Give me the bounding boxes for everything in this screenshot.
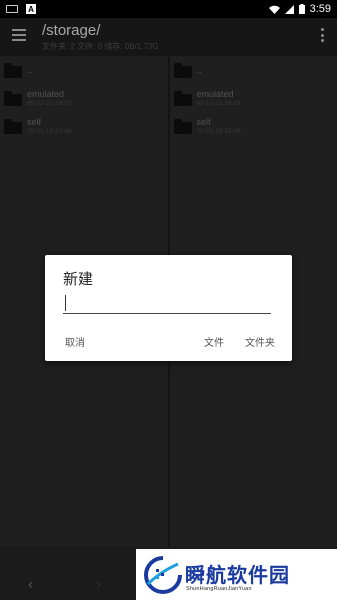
path-title: /storage/	[42, 22, 101, 39]
list-item-emulated[interactable]: emulated 69-12-22 18:03	[0, 84, 168, 112]
watermark: 瞬航软件园 ShunHangRuanJianYuan	[136, 549, 337, 600]
text-cursor	[65, 295, 66, 311]
dialog-title: 新建	[63, 271, 94, 288]
cancel-button[interactable]: 取消	[65, 334, 85, 349]
new-folder-button[interactable]: 文件夹	[245, 334, 275, 349]
name-input[interactable]	[63, 292, 271, 314]
folder-icon	[173, 62, 192, 78]
watermark-logo-icon	[144, 556, 182, 594]
list-item-parent[interactable]: ..	[170, 56, 337, 84]
back-arrow-icon[interactable]: ‹	[28, 576, 33, 594]
list-item-self[interactable]: self 70-01-19 22:48	[170, 112, 337, 140]
file-name: ..	[27, 64, 33, 75]
signal-icon	[284, 4, 294, 14]
folder-icon	[173, 90, 192, 106]
new-item-dialog: 新建 取消 文件 文件夹	[45, 255, 292, 361]
screen: A 3:59 /storage/ 文件夹: 2 文件: 0 储存: 0B/1.7…	[0, 0, 337, 600]
app-notification-icon: A	[26, 4, 36, 14]
watermark-subtitle: ShunHangRuanJianYuan	[186, 586, 252, 592]
clock: 3:59	[309, 3, 331, 15]
file-date: 69-12-22 18:03	[196, 99, 241, 107]
file-date: 70-01-19 22:48	[196, 127, 241, 135]
list-item-emulated[interactable]: emulated 69-12-22 18:03	[170, 84, 337, 112]
menu-icon[interactable]	[12, 29, 26, 41]
file-name: self	[196, 116, 211, 127]
new-file-button[interactable]: 文件	[204, 334, 224, 349]
watermark-title: 瞬航软件园	[185, 563, 290, 587]
file-name: self	[27, 116, 42, 127]
folder-icon	[173, 118, 192, 134]
wifi-icon	[268, 5, 280, 14]
keyboard-icon	[6, 5, 18, 13]
file-date: 69-12-22 18:03	[27, 99, 72, 107]
file-name: ..	[196, 64, 202, 75]
folder-icon	[4, 62, 22, 78]
toolbar: /storage/ 文件夹: 2 文件: 0 储存: 0B/1.73G	[0, 18, 337, 56]
folder-icon	[4, 118, 22, 134]
more-options-icon[interactable]	[321, 28, 325, 42]
file-name: emulated	[27, 88, 65, 99]
list-item-parent[interactable]: ..	[0, 56, 168, 84]
status-bar: A 3:59	[0, 0, 337, 18]
file-name: emulated	[196, 88, 234, 99]
battery-icon	[298, 4, 305, 14]
list-item-self[interactable]: self 70-01-19 22:48	[0, 112, 168, 140]
folder-icon	[4, 90, 22, 106]
file-date: 70-01-19 22:48	[27, 127, 72, 135]
forward-arrow-icon[interactable]: ›	[96, 576, 101, 594]
path-stats: 文件夹: 2 文件: 0 储存: 0B/1.73G	[42, 42, 159, 51]
